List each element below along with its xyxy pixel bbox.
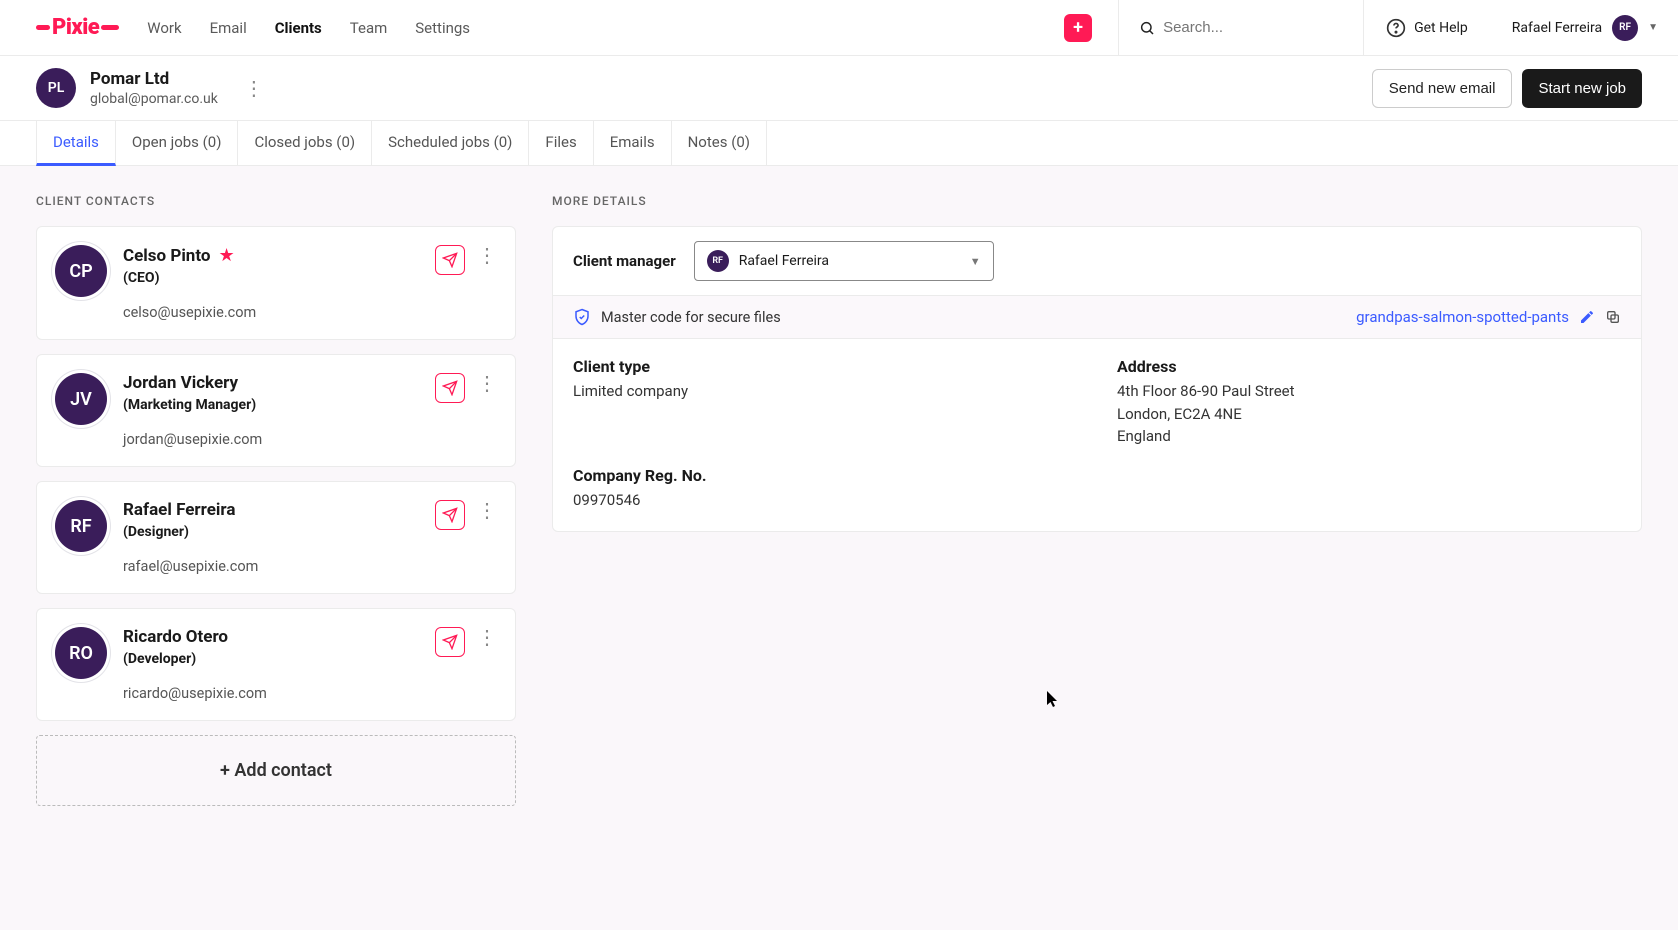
chevron-down-icon: ▼	[970, 255, 981, 268]
paper-plane-icon	[442, 634, 458, 650]
address-line3: England	[1117, 425, 1621, 448]
add-contact-button[interactable]: + Add contact	[36, 735, 516, 806]
copy-mastercode-button[interactable]	[1605, 309, 1621, 325]
contact-card[interactable]: JV Jordan Vickery (Marketing Manager) jo…	[36, 354, 516, 467]
search-icon	[1139, 20, 1155, 36]
contact-email: rafael@usepixie.com	[123, 558, 435, 575]
start-new-job-button[interactable]: Start new job	[1522, 69, 1642, 108]
client-manager-select[interactable]: RF Rafael Ferreira ▼	[694, 241, 994, 281]
contact-email: celso@usepixie.com	[123, 304, 435, 321]
client-more-menu[interactable]: ⋮	[244, 78, 264, 98]
user-avatar: RF	[1612, 15, 1638, 41]
contact-avatar: CP	[55, 245, 107, 297]
tab-open-jobs[interactable]: Open jobs (0)	[116, 121, 239, 165]
contact-email: ricardo@usepixie.com	[123, 685, 435, 702]
manager-avatar: RF	[707, 250, 729, 272]
mastercode-label: Master code for secure files	[601, 309, 781, 326]
send-contact-email-button[interactable]	[435, 245, 465, 275]
pencil-icon	[1579, 309, 1595, 325]
send-new-email-button[interactable]: Send new email	[1372, 69, 1513, 108]
tab-closed-jobs[interactable]: Closed jobs (0)	[238, 121, 372, 165]
more-details-section-label: MORE DETAILS	[552, 194, 1642, 208]
company-reg-label: Company Reg. No.	[573, 466, 1621, 485]
contact-avatar: RO	[55, 627, 107, 679]
help-label: Get Help	[1414, 20, 1468, 36]
client-name: Pomar Ltd	[90, 69, 218, 89]
tab-notes[interactable]: Notes (0)	[672, 121, 767, 165]
get-help[interactable]: Get Help	[1363, 0, 1490, 55]
client-header: PL Pomar Ltd global@pomar.co.uk ⋮ Send n…	[0, 56, 1678, 121]
address-line1: 4th Floor 86-90 Paul Street	[1117, 380, 1621, 403]
contact-card[interactable]: RF Rafael Ferreira (Designer) rafael@use…	[36, 481, 516, 594]
client-manager-label: Client manager	[573, 252, 676, 270]
client-type-value: Limited company	[573, 380, 1077, 403]
mastercode-value[interactable]: grandpas-salmon-spotted-pants	[1356, 308, 1569, 326]
contact-more-menu[interactable]: ⋮	[477, 500, 497, 520]
client-tabs: Details Open jobs (0) Closed jobs (0) Sc…	[0, 121, 1678, 166]
manager-value: Rafael Ferreira	[739, 253, 829, 269]
user-name: Rafael Ferreira	[1512, 20, 1602, 36]
send-contact-email-button[interactable]	[435, 373, 465, 403]
tab-emails[interactable]: Emails	[594, 121, 672, 165]
paper-plane-icon	[442, 252, 458, 268]
nav-email[interactable]: Email	[210, 19, 247, 37]
client-email: global@pomar.co.uk	[90, 91, 218, 107]
contact-name: Celso Pinto	[123, 246, 210, 266]
contact-more-menu[interactable]: ⋮	[477, 373, 497, 393]
shield-icon	[573, 308, 591, 326]
contact-role: (Developer)	[123, 651, 435, 667]
contact-more-menu[interactable]: ⋮	[477, 245, 497, 265]
contact-avatar: RF	[55, 500, 107, 552]
topbar: Pixie Work Email Clients Team Settings +…	[0, 0, 1678, 56]
contact-card[interactable]: RO Ricardo Otero (Developer) ricardo@use…	[36, 608, 516, 721]
contact-name: Rafael Ferreira	[123, 500, 235, 520]
copy-icon	[1605, 309, 1621, 325]
nav-work[interactable]: Work	[147, 19, 181, 37]
contact-role: (CEO)	[123, 270, 435, 286]
paper-plane-icon	[442, 380, 458, 396]
brand-logo[interactable]: Pixie	[36, 15, 119, 40]
client-type-label: Client type	[573, 357, 1077, 376]
search-wrap	[1118, 0, 1363, 55]
star-icon: ★	[218, 245, 234, 266]
address-line2: London, EC2A 4NE	[1117, 403, 1621, 426]
nav-settings[interactable]: Settings	[415, 19, 470, 37]
help-icon	[1386, 18, 1406, 38]
contacts-section-label: CLIENT CONTACTS	[36, 194, 516, 208]
address-label: Address	[1117, 357, 1621, 376]
edit-mastercode-button[interactable]	[1579, 309, 1595, 325]
send-contact-email-button[interactable]	[435, 627, 465, 657]
contact-name: Ricardo Otero	[123, 627, 228, 647]
nav-team[interactable]: Team	[350, 19, 388, 37]
contact-role: (Designer)	[123, 524, 435, 540]
contact-avatar: JV	[55, 373, 107, 425]
send-contact-email-button[interactable]	[435, 500, 465, 530]
company-reg-value: 09970546	[573, 489, 1621, 512]
main-nav: Work Email Clients Team Settings	[147, 19, 470, 37]
search-input[interactable]	[1163, 19, 1363, 36]
contact-card[interactable]: CP Celso Pinto ★ (CEO) celso@usepixie.co…	[36, 226, 516, 340]
client-avatar: PL	[36, 68, 76, 108]
tab-files[interactable]: Files	[529, 121, 593, 165]
tab-scheduled-jobs[interactable]: Scheduled jobs (0)	[372, 121, 529, 165]
contact-name: Jordan Vickery	[123, 373, 238, 393]
nav-clients[interactable]: Clients	[275, 19, 322, 37]
contact-role: (Marketing Manager)	[123, 397, 435, 413]
add-button[interactable]: +	[1064, 14, 1092, 42]
contact-email: jordan@usepixie.com	[123, 431, 435, 448]
chevron-down-icon: ▼	[1648, 22, 1658, 33]
tab-details[interactable]: Details	[36, 121, 116, 166]
contact-more-menu[interactable]: ⋮	[477, 627, 497, 647]
details-panel: Client manager RF Rafael Ferreira ▼ Mast…	[552, 226, 1642, 532]
paper-plane-icon	[442, 507, 458, 523]
user-menu[interactable]: Rafael Ferreira RF ▼	[1490, 15, 1658, 41]
